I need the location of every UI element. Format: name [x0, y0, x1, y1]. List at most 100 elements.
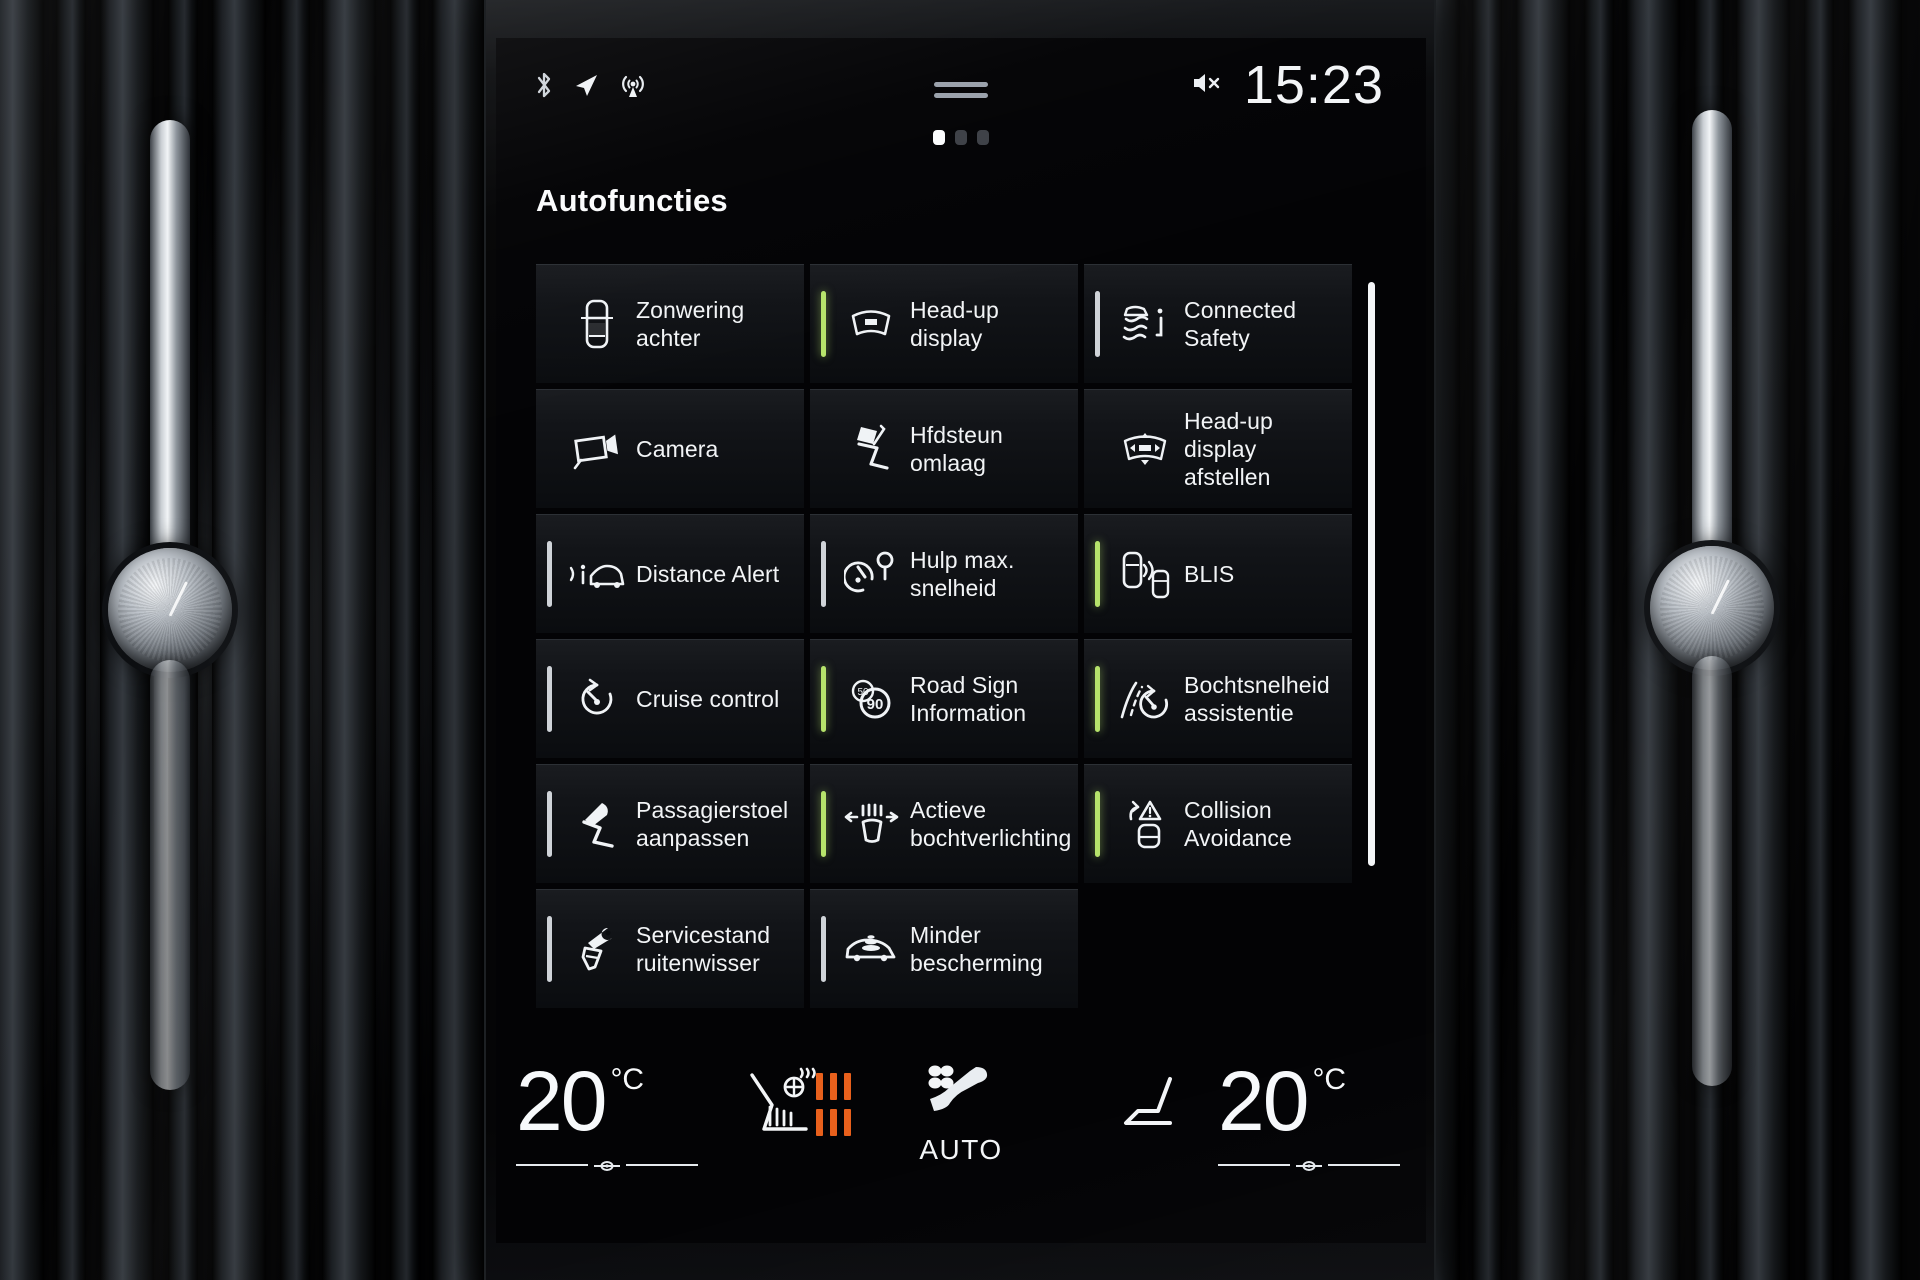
tile-passagierstoel-aanpassen[interactable]: Passagierstoel aanpassen	[536, 764, 804, 883]
tile-label: Hfdsteun omlaag	[910, 421, 1003, 476]
driver-seat-heater-button[interactable]	[744, 1067, 822, 1144]
tile-zonwering-achter[interactable]: Zonwering achter	[536, 264, 804, 383]
tile-connected-safety[interactable]: Connected Safety	[1084, 264, 1352, 383]
passenger-seat-button[interactable]	[1118, 1075, 1194, 1142]
tile-actieve-bochtverlichting[interactable]: Actieve bochtverlichting	[810, 764, 1078, 883]
status-indicator	[821, 791, 826, 857]
dashboard-background: 15:23 Autofuncties Zonwering achter Head…	[0, 0, 1920, 1280]
head-up-display-adjust-icon	[1116, 420, 1174, 478]
page-dot-2[interactable]	[955, 130, 967, 145]
driver-temperature-unit: °C	[610, 1063, 645, 1096]
reduced-guard-icon	[842, 920, 900, 978]
tile-hfdsteun-omlaag[interactable]: Hfdsteun omlaag	[810, 389, 1078, 508]
page-dot-3[interactable]	[977, 130, 989, 145]
camera-icon	[568, 420, 626, 478]
climate-auto-button[interactable]: AUTO	[918, 1063, 1004, 1166]
tile-label: Zonwering achter	[636, 296, 745, 351]
tile-label: Collision Avoidance	[1184, 796, 1292, 851]
status-indicator	[1095, 791, 1100, 857]
tile-label: Minder bescherming	[910, 921, 1043, 976]
blind-spot-blis-icon	[1116, 545, 1174, 603]
page-dot-1[interactable]	[933, 130, 945, 145]
antenna-signal-icon	[618, 70, 648, 105]
page-title: Autofuncties	[536, 183, 728, 218]
left-vent-knob[interactable]	[108, 548, 232, 672]
passenger-temperature-slider[interactable]	[1218, 1157, 1400, 1173]
collision-avoidance-icon	[1116, 795, 1174, 853]
status-indicator	[821, 416, 826, 482]
status-bar: 15:23	[496, 58, 1426, 120]
road-sign-90-icon: 50 90	[842, 670, 900, 728]
left-vent-knob-stem-lower	[150, 660, 190, 1090]
tile-label: Camera	[636, 435, 719, 462]
tile-minder-bescherming[interactable]: Minder bescherming	[810, 889, 1078, 1008]
status-indicator	[547, 666, 552, 732]
tile-road-sign-information[interactable]: 50 90 Road Sign Information	[810, 639, 1078, 758]
speaker-muted-icon[interactable]	[1190, 68, 1224, 103]
connected-safety-icon	[1116, 295, 1174, 353]
curve-speed-assist-icon	[1116, 670, 1174, 728]
status-indicator	[1095, 416, 1100, 482]
tile-label: Cruise control	[636, 685, 780, 712]
tile-distance-alert[interactable]: Distance Alert	[536, 514, 804, 633]
left-air-vent-panel	[0, 0, 500, 1280]
infotainment-bezel: 15:23 Autofuncties Zonwering achter Head…	[484, 0, 1436, 1280]
tile-label: Road Sign Information	[910, 671, 1027, 726]
distance-alert-icon	[568, 545, 626, 603]
tile-head-up-display-afstellen[interactable]: Head-up display afstellen	[1084, 389, 1352, 508]
tile-label: Servicestand ruitenwisser	[636, 921, 771, 976]
status-bar-left-icons	[534, 70, 648, 105]
status-indicator	[1095, 541, 1100, 607]
car-top-sunblind-icon	[568, 295, 626, 353]
cruise-control-icon	[568, 670, 626, 728]
bluetooth-icon	[534, 70, 554, 105]
seat-icon	[1118, 1075, 1194, 1142]
tile-label: Actieve bochtverlichting	[910, 796, 1072, 851]
active-bending-light-icon	[842, 795, 900, 853]
heated-seat-icon	[744, 1067, 822, 1144]
tile-label: BLIS	[1184, 560, 1235, 587]
tile-label: Passagierstoel aanpassen	[636, 796, 789, 851]
tile-hulp-max-snelheid[interactable]: Hulp max. snelheid	[810, 514, 1078, 633]
status-indicator	[547, 291, 552, 357]
tile-cruise-control[interactable]: Cruise control	[536, 639, 804, 758]
driver-seat-heat-level-bars	[816, 1073, 851, 1145]
status-indicator	[547, 416, 552, 482]
tile-label: Hulp max. snelheid	[910, 546, 1015, 601]
tile-head-up-display[interactable]: Head-up display	[810, 264, 1078, 383]
driver-temperature-value: 20	[516, 1054, 607, 1148]
tile-bochtsnelheid-assistentie[interactable]: Bochtsnelheid assistentie	[1084, 639, 1352, 758]
wiper-service-position-icon	[568, 920, 626, 978]
tile-label: Distance Alert	[636, 560, 780, 587]
right-vent-knob[interactable]	[1650, 546, 1774, 670]
status-indicator	[547, 916, 552, 982]
tile-blis[interactable]: BLIS	[1084, 514, 1352, 633]
tile-collision-avoidance[interactable]: Collision Avoidance	[1084, 764, 1352, 883]
window-handle-grip-icon[interactable]	[934, 82, 988, 104]
status-indicator	[821, 541, 826, 607]
passenger-temperature-control[interactable]: 20 °C	[1218, 1059, 1408, 1173]
climate-bar: 20 °C AUTO 20 °C	[496, 1045, 1426, 1205]
tile-empty-slot	[1084, 889, 1352, 1008]
navigation-arrow-icon	[571, 70, 601, 105]
status-indicator	[547, 541, 552, 607]
tile-servicestand-ruitenwisser[interactable]: Servicestand ruitenwisser	[536, 889, 804, 1008]
passenger-seat-adjust-icon	[568, 795, 626, 853]
page-indicator-dots[interactable]	[933, 130, 989, 145]
driver-temperature-slider[interactable]	[516, 1157, 698, 1173]
right-vent-knob-stem	[1692, 110, 1732, 580]
tile-camera[interactable]: Camera	[536, 389, 804, 508]
driver-temperature-control[interactable]: 20 °C	[516, 1059, 706, 1173]
infotainment-screen[interactable]: 15:23 Autofuncties Zonwering achter Head…	[496, 38, 1426, 1243]
climate-auto-label: AUTO	[919, 1134, 1003, 1165]
status-indicator	[547, 791, 552, 857]
headrest-down-icon	[842, 420, 900, 478]
clock: 15:23	[1243, 55, 1384, 115]
status-indicator	[821, 916, 826, 982]
svg-text:90: 90	[867, 696, 884, 713]
tile-label: Head-up display	[910, 296, 999, 351]
status-indicator	[821, 291, 826, 357]
tile-label: Head-up display afstellen	[1184, 407, 1273, 491]
vertical-scrollbar[interactable]	[1368, 282, 1375, 866]
tile-label: Bochtsnelheid assistentie	[1184, 671, 1330, 726]
